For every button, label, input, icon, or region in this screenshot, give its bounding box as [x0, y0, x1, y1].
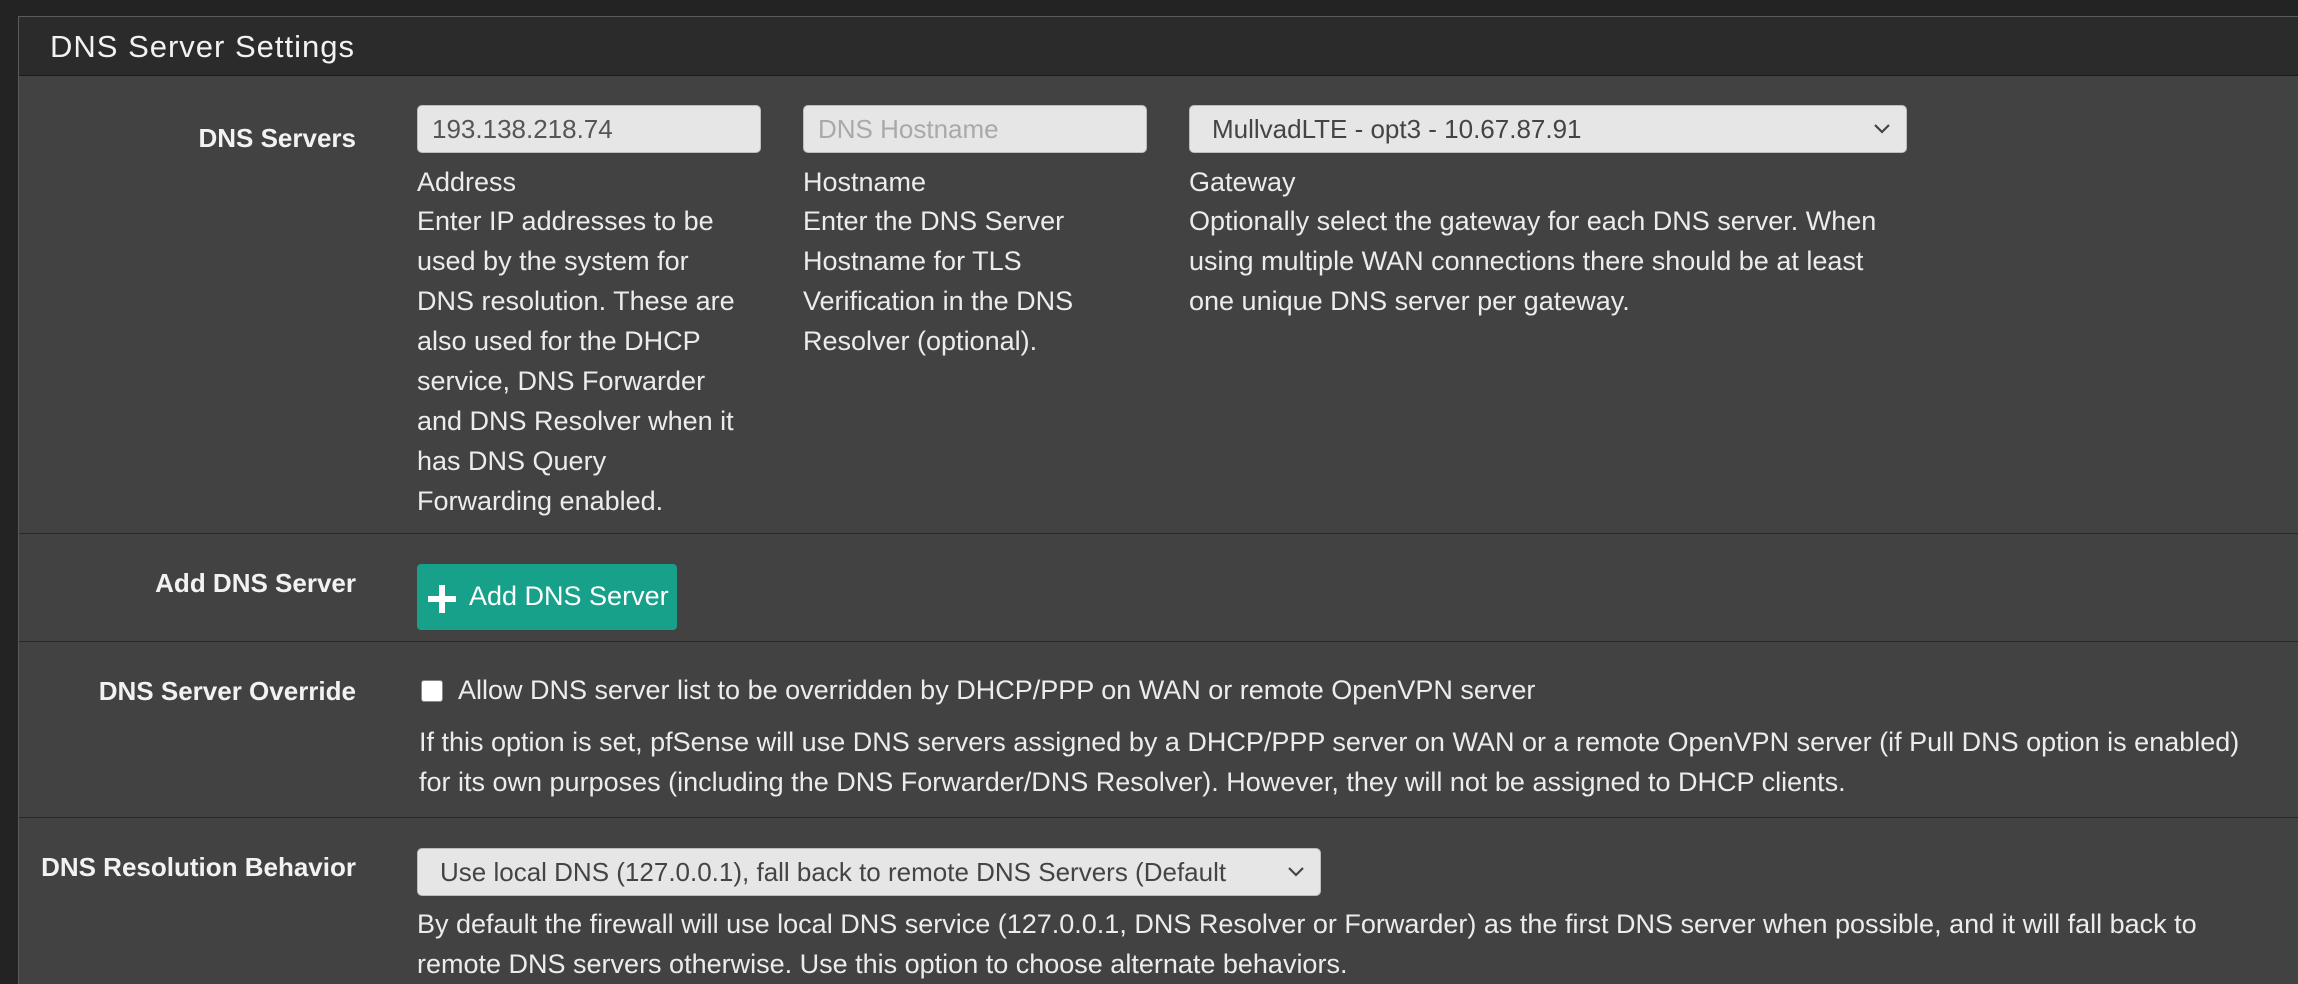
hostname-help: Enter the DNS Server Hostname for TLS Ve…	[803, 201, 1073, 361]
address-help-line: has DNS Query	[417, 446, 607, 476]
gateway-help-line: one unique DNS server per gateway.	[1189, 286, 1630, 316]
plus-icon	[428, 585, 456, 613]
hostname-help-line: Resolver (optional).	[803, 326, 1038, 356]
dns-address-input[interactable]	[417, 105, 761, 153]
address-help-line: Enter IP addresses to be	[417, 206, 714, 236]
add-dns-server-button-label: Add DNS Server	[469, 581, 669, 611]
address-help-line: service, DNS Forwarder	[417, 366, 706, 396]
gateway-help-line: Optionally select the gateway for each D…	[1189, 206, 1877, 236]
dns-override-help-line: for its own purposes (including the DNS …	[419, 767, 1846, 797]
dns-override-checkbox-label[interactable]: Allow DNS server list to be overridden b…	[458, 675, 1535, 706]
dns-resolution-help-line: By default the firewall will use local D…	[417, 909, 2197, 939]
add-dns-server-label: Add DNS Server	[155, 568, 356, 598]
dns-server-settings-panel: DNS Server Settings DNS Servers MullvadL…	[18, 16, 2298, 984]
dns-hostname-input[interactable]	[803, 105, 1147, 153]
hostname-help-line: Verification in the DNS	[803, 286, 1074, 316]
dns-override-row: DNS Server Override Allow DNS server lis…	[19, 642, 2298, 818]
dns-override-help: If this option is set, pfSense will use …	[419, 722, 2239, 802]
dns-override-help-line: If this option is set, pfSense will use …	[419, 727, 2240, 757]
address-help-line: DNS resolution. These are	[417, 286, 735, 316]
gateway-help: Optionally select the gateway for each D…	[1189, 201, 1876, 321]
address-help-line: used by the system for	[417, 246, 689, 276]
chevron-down-icon	[1874, 124, 1890, 134]
dns-servers-label: DNS Servers	[198, 123, 356, 153]
address-help: Enter IP addresses to be used by the sys…	[417, 201, 735, 521]
add-dns-server-button[interactable]: Add DNS Server	[417, 564, 677, 630]
dns-resolution-selected-value: Use local DNS (127.0.0.1), fall back to …	[440, 857, 1227, 887]
gateway-heading: Gateway	[1189, 167, 1296, 197]
panel-heading: DNS Server Settings	[19, 17, 2298, 76]
hostname-heading: Hostname	[803, 167, 927, 197]
dns-override-label: DNS Server Override	[98, 676, 356, 706]
address-help-line: Forwarding enabled.	[417, 486, 664, 516]
add-dns-server-row: Add DNS Server Add DNS Server	[19, 534, 2298, 642]
dns-resolution-help-line: remote DNS servers otherwise. Use this o…	[417, 949, 1348, 979]
gateway-help-line: using multiple WAN connections there sho…	[1189, 246, 1864, 276]
hostname-help-line: Hostname for TLS	[803, 246, 1022, 276]
address-help-line: and DNS Resolver when it	[417, 406, 734, 436]
address-heading: Address	[417, 167, 517, 197]
chevron-down-icon	[1288, 867, 1304, 877]
hostname-help-line: Enter the DNS Server	[803, 206, 1065, 236]
dns-resolution-label: DNS Resolution Behavior	[41, 852, 356, 882]
dns-resolution-select[interactable]: Use local DNS (127.0.0.1), fall back to …	[417, 848, 1321, 896]
gateway-selected-value: MullvadLTE - opt3 - 10.67.87.91	[1212, 114, 1582, 144]
dns-override-checkbox[interactable]	[421, 680, 443, 702]
dns-resolution-row: DNS Resolution Behavior Use local DNS (1…	[19, 818, 2298, 984]
address-help-line: also used for the DHCP	[417, 326, 701, 356]
gateway-select[interactable]: MullvadLTE - opt3 - 10.67.87.91	[1189, 105, 1907, 153]
dns-servers-row: DNS Servers MullvadLTE - opt3 - 10.67.87…	[19, 75, 2298, 534]
panel-title: DNS Server Settings	[50, 29, 355, 64]
dns-resolution-help: By default the firewall will use local D…	[417, 904, 2197, 984]
